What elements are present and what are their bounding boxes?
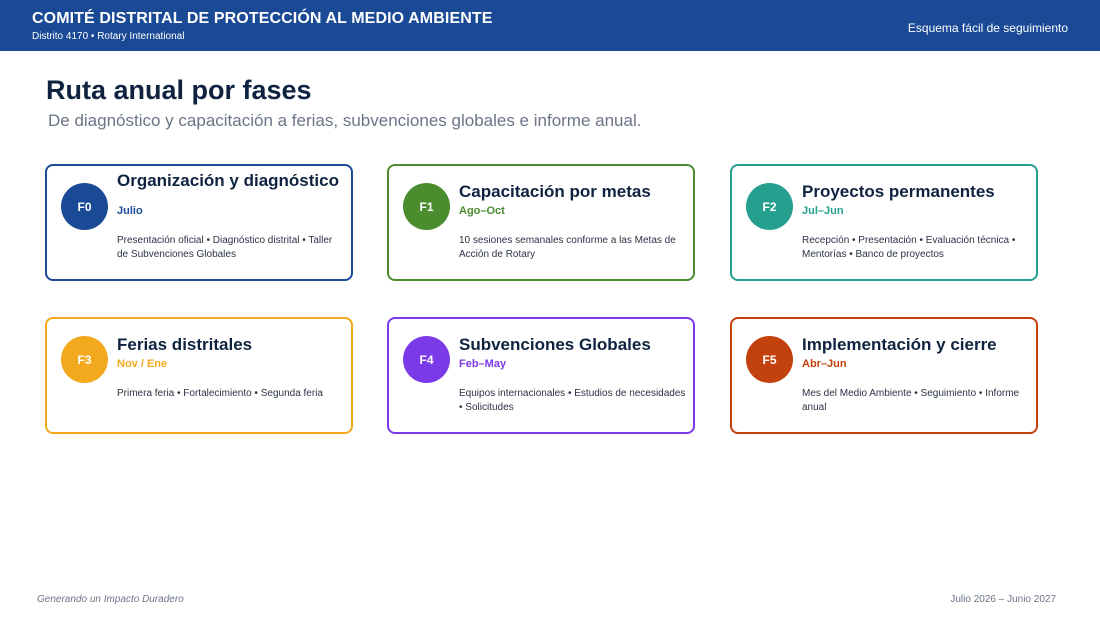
phase-period: Feb–May — [459, 358, 507, 370]
phase-badge: F2 — [746, 183, 793, 230]
phase-period: Ago–Oct — [459, 205, 505, 217]
phase-card-f0: F0 Organización y diagnóstico Julio Pres… — [45, 164, 353, 281]
header-bar: COMITÉ DISTRITAL DE PROTECCIÓN AL MEDIO … — [0, 0, 1100, 51]
phase-card-f5: F5 Implementación y cierre Abr–Jun Mes d… — [730, 317, 1038, 434]
phase-badge: F5 — [746, 336, 793, 383]
page-title: Ruta anual por fases — [46, 75, 312, 105]
phase-period: Nov / Ene — [117, 358, 168, 370]
phase-badge: F3 — [61, 336, 108, 383]
phase-title: Organización y diagnóstico — [117, 171, 339, 190]
committee-title: COMITÉ DISTRITAL DE PROTECCIÓN AL MEDIO … — [32, 10, 493, 27]
footer-period: Julio 2026 – Junio 2027 — [950, 594, 1056, 605]
phase-period: Abr–Jun — [802, 358, 847, 370]
phase-period: Julio — [117, 205, 143, 217]
phase-description: Mes del Medio Ambiente • Seguimiento • I… — [802, 388, 1020, 413]
phase-card-f2: F2 Proyectos permanentes Jul–Jun Recepci… — [730, 164, 1038, 281]
phase-title: Ferias distritales — [117, 335, 253, 354]
phase-period: Jul–Jun — [802, 205, 844, 217]
phase-description: Primera feria • Fortalecimiento • Segund… — [117, 388, 323, 399]
phase-description: Presentación oficial • Diagnóstico distr… — [117, 235, 333, 260]
phase-card-f3: F3 Ferias distritales Nov / Ene Primera … — [45, 317, 353, 434]
tracking-label: Esquema fácil de seguimiento — [907, 21, 1068, 35]
phase-title: Proyectos permanentes — [802, 182, 995, 201]
phase-description: Recepción • Presentación • Evaluación té… — [802, 235, 1016, 260]
phase-badge: F4 — [403, 336, 450, 383]
phase-card-f4: F4 Subvenciones Globales Feb–May Equipos… — [387, 317, 695, 434]
phase-title: Capacitación por metas — [459, 182, 651, 201]
phase-description: 10 sesiones semanales conforme a las Met… — [459, 235, 676, 260]
phase-badge: F1 — [403, 183, 450, 230]
page-subtitle: De diagnóstico y capacitación a ferias, … — [48, 111, 642, 130]
phase-card-f1: F1 Capacitación por metas Ago–Oct 10 ses… — [387, 164, 695, 281]
phase-badge: F0 — [61, 183, 108, 230]
phase-title: Subvenciones Globales — [459, 335, 651, 354]
phase-description: Equipos internacionales • Estudios de ne… — [459, 388, 686, 413]
phase-title: Implementación y cierre — [802, 335, 997, 354]
footer-slogan: Generando un Impacto Duradero — [37, 594, 184, 605]
district-subtitle: Distrito 4170 • Rotary International — [32, 31, 185, 42]
